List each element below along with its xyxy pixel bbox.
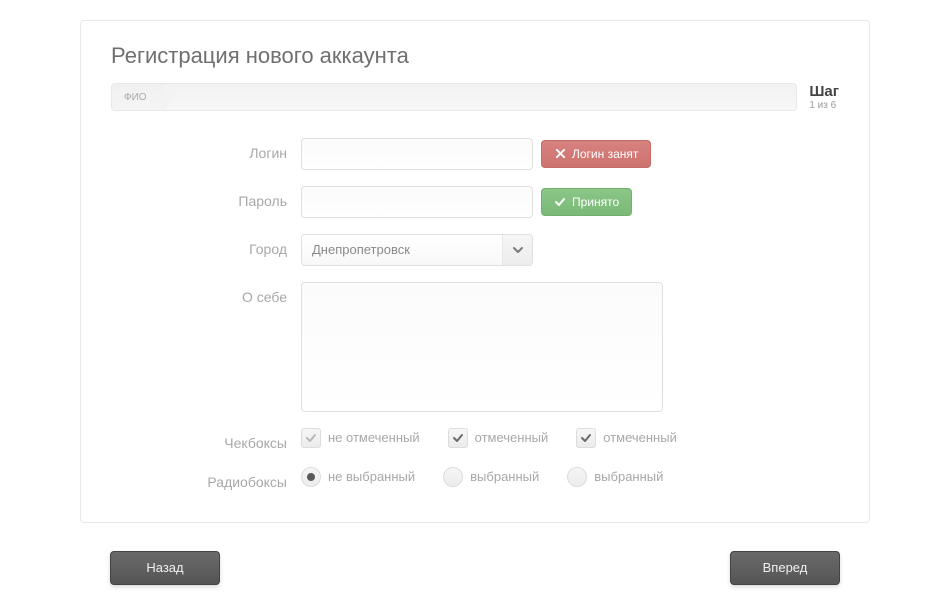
close-icon bbox=[554, 148, 566, 160]
radio-3-label: выбранный bbox=[594, 469, 663, 484]
checkbox-unchecked: не отмеченный bbox=[301, 428, 420, 448]
password-input[interactable] bbox=[301, 186, 533, 218]
row-radios: Радиобоксы не выбранный выбранный выбран… bbox=[111, 467, 839, 490]
check-icon bbox=[554, 196, 566, 208]
login-label: Логин bbox=[111, 138, 301, 161]
about-textarea[interactable] bbox=[301, 282, 663, 412]
progress-row: ФИО Шаг 1 из 6 bbox=[111, 83, 839, 112]
page-title: Регистрация нового аккаунта bbox=[111, 43, 839, 69]
registration-panel: Регистрация нового аккаунта ФИО Шаг 1 из… bbox=[80, 20, 870, 523]
progress-bar: ФИО bbox=[111, 83, 797, 111]
forward-button[interactable]: Вперед bbox=[730, 551, 840, 585]
radio-3[interactable] bbox=[567, 467, 587, 487]
radio-2-label: выбранный bbox=[470, 469, 539, 484]
password-status-text: Принято bbox=[572, 195, 619, 209]
chevron-down-icon bbox=[502, 235, 532, 265]
password-status-badge: Принято bbox=[541, 188, 632, 216]
checkbox-2-label: отмеченный bbox=[475, 430, 549, 445]
step-tag: ФИО bbox=[112, 84, 164, 110]
checkbox-3-label: отмеченный bbox=[603, 430, 677, 445]
checkboxes-label: Чекбоксы bbox=[111, 428, 301, 451]
checkbox-2[interactable] bbox=[448, 428, 468, 448]
step-label: Шаг bbox=[809, 83, 839, 100]
city-label: Город bbox=[111, 234, 301, 257]
radio-2[interactable] bbox=[443, 467, 463, 487]
radio-unselected-1: выбранный bbox=[443, 467, 539, 487]
row-checkboxes: Чекбоксы не отмеченный отмеченный bbox=[111, 428, 839, 451]
radio-dot-icon bbox=[307, 473, 315, 481]
login-input[interactable] bbox=[301, 138, 533, 170]
checkbox-3[interactable] bbox=[576, 428, 596, 448]
radio-selected: не выбранный bbox=[301, 467, 415, 487]
step-counter: 1 из 6 bbox=[809, 100, 839, 112]
password-label: Пароль bbox=[111, 186, 301, 209]
city-selected-value: Днепропетровск bbox=[302, 242, 502, 257]
step-info: Шаг 1 из 6 bbox=[809, 83, 839, 112]
checkbox-checked-2: отмеченный bbox=[576, 428, 677, 448]
row-password: Пароль Принято bbox=[111, 186, 839, 218]
checkbox-1-label: не отмеченный bbox=[328, 430, 420, 445]
about-label: О себе bbox=[111, 282, 301, 305]
radio-unselected-2: выбранный bbox=[567, 467, 663, 487]
login-status-badge: Логин занят bbox=[541, 140, 651, 168]
form-area: Логин Логин занят Пароль Пр bbox=[111, 138, 839, 500]
radio-1[interactable] bbox=[301, 467, 321, 487]
login-status-text: Логин занят bbox=[572, 147, 638, 161]
city-select[interactable]: Днепропетровск bbox=[301, 234, 533, 266]
radios-label: Радиобоксы bbox=[111, 467, 301, 490]
row-city: Город Днепропетровск bbox=[111, 234, 839, 266]
checkbox-1[interactable] bbox=[301, 428, 321, 448]
back-button[interactable]: Назад bbox=[110, 551, 220, 585]
checkbox-checked-1: отмеченный bbox=[448, 428, 549, 448]
radio-1-label: не выбранный bbox=[328, 469, 415, 484]
row-about: О себе bbox=[111, 282, 839, 412]
footer: Назад Вперед bbox=[80, 551, 870, 595]
row-login: Логин Логин занят bbox=[111, 138, 839, 170]
